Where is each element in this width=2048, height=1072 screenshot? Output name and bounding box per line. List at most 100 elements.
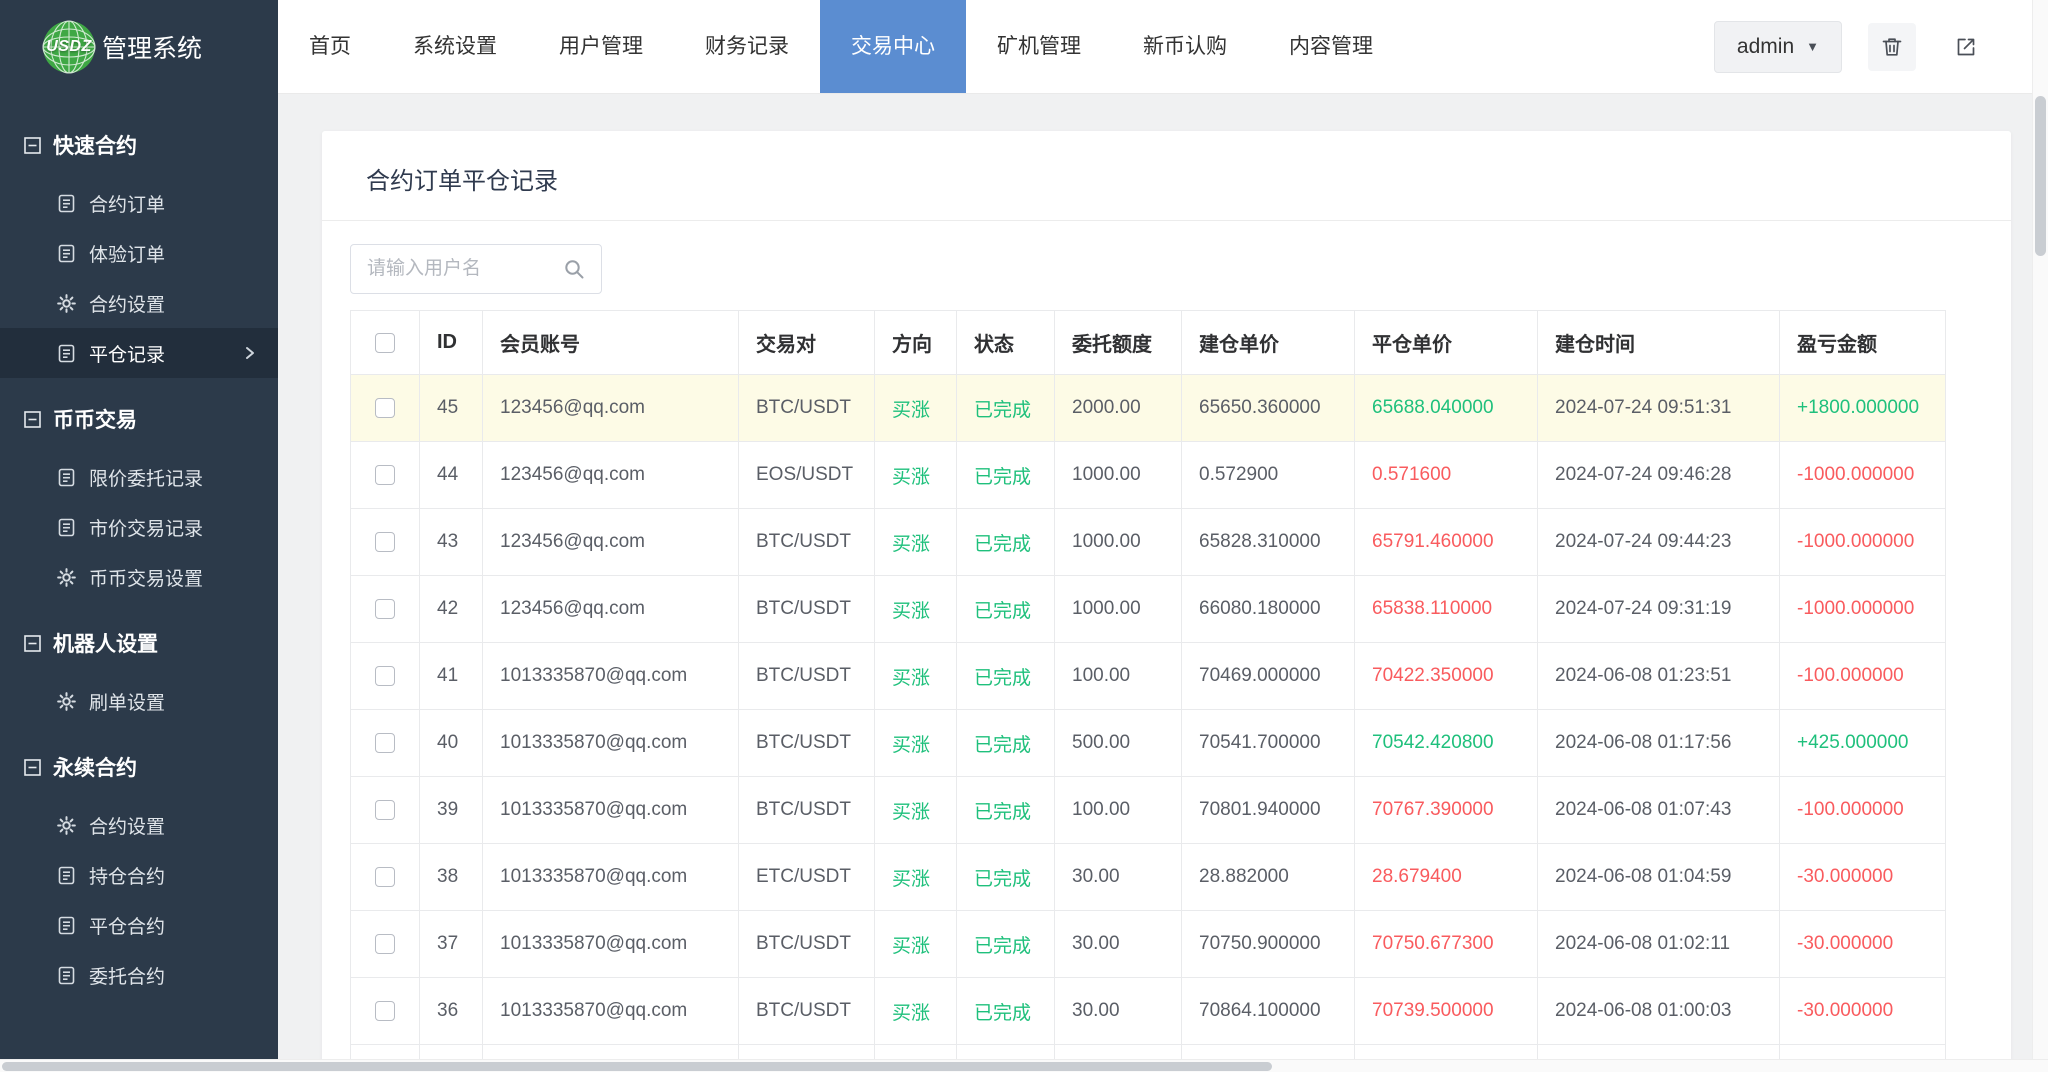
cell-checkbox [351,777,420,844]
cell-account: 1013335870@qq.com [483,978,739,1045]
table-row: 45123456@qq.comBTC/USDT买涨已完成2000.0065650… [351,375,1946,442]
cell-open-time: 2024-06-08 01:02:11 [1538,911,1780,978]
cell-pair: BTC/USDT [739,777,875,844]
table-row: 371013335870@qq.comBTC/USDT买涨已完成30.00707… [351,911,1946,978]
sidebar-item-label: 市价交易记录 [89,514,203,541]
row-checkbox[interactable] [375,934,395,954]
search-input[interactable] [367,258,553,280]
cell-pair: BTC/USDT [739,576,875,643]
row-checkbox[interactable] [375,666,395,686]
top-nav-item[interactable]: 用户管理 [528,0,674,93]
export-icon [1954,35,1978,59]
sidebar-item[interactable]: 刷单设置 [0,676,278,726]
vertical-scrollbar-thumb[interactable] [2035,96,2046,256]
cell-account: 123456@qq.com [483,576,739,643]
cell-close-price: 65791.460000 [1355,509,1538,576]
top-nav-item[interactable]: 系统设置 [382,0,528,93]
sidebar-item[interactable]: 市价交易记录 [0,502,278,552]
header-cell: 状态 [957,311,1055,375]
collapse-icon [24,137,41,154]
trash-button[interactable] [1868,23,1916,71]
table-row: 411013335870@qq.comBTC/USDT买涨已完成100.0070… [351,643,1946,710]
sidebar-item[interactable]: 平仓记录 [0,328,278,378]
cell-status: 已完成 [957,844,1055,911]
top-nav-item[interactable]: 首页 [278,0,382,93]
user-menu-button[interactable]: admin ▼ [1714,21,1842,73]
cell-id: 37 [420,911,483,978]
vertical-scrollbar [2032,0,2048,1072]
sidebar: USDZ 管理系统 快速合约合约订单体验订单合约设置平仓记录币币交易限价委托记录… [0,0,278,1072]
search-button[interactable] [553,248,595,290]
top-nav-item[interactable]: 财务记录 [674,0,820,93]
row-checkbox[interactable] [375,800,395,820]
top-nav-item[interactable]: 新币认购 [1112,0,1258,93]
row-checkbox[interactable] [375,1001,395,1021]
cell-status: 已完成 [957,710,1055,777]
sidebar-item[interactable]: 合约设置 [0,800,278,850]
sidebar-item-label: 刷单设置 [89,688,165,715]
row-checkbox[interactable] [375,465,395,485]
sidebar-section-header[interactable]: 快速合约 [0,104,278,178]
doc-icon [57,468,76,487]
cell-open-price: 70469.000000 [1182,643,1355,710]
cell-id: 43 [420,509,483,576]
sidebar-section-header[interactable]: 永续合约 [0,726,278,800]
cell-checkbox [351,576,420,643]
sidebar-section-label: 快速合约 [53,130,137,160]
side-nav: 快速合约合约订单体验订单合约设置平仓记录币币交易限价委托记录市价交易记录币币交易… [0,94,278,1000]
cell-status: 已完成 [957,576,1055,643]
sidebar-section-header[interactable]: 币币交易 [0,378,278,452]
gear-icon [57,568,76,587]
cell-open-time: 2024-07-24 09:31:19 [1538,576,1780,643]
cell-close-price: 0.571600 [1355,442,1538,509]
cell-status: 已完成 [957,978,1055,1045]
cell-amount: 1000.00 [1055,442,1182,509]
sidebar-section-header[interactable]: 机器人设置 [0,602,278,676]
cell-close-price: 70422.350000 [1355,643,1538,710]
cell-status: 已完成 [957,442,1055,509]
sidebar-item[interactable]: 合约设置 [0,278,278,328]
collapse-icon [24,411,41,428]
collapse-icon [24,759,41,776]
cell-direction: 买涨 [875,576,957,643]
cell-account: 1013335870@qq.com [483,643,739,710]
horizontal-scrollbar [0,1059,2048,1072]
cell-pair: BTC/USDT [739,375,875,442]
row-checkbox[interactable] [375,867,395,887]
table-row: 401013335870@qq.comBTC/USDT买涨已完成500.0070… [351,710,1946,777]
logout-button[interactable] [1942,23,1990,71]
cell-open-price: 65828.310000 [1182,509,1355,576]
row-checkbox[interactable] [375,599,395,619]
row-checkbox[interactable] [375,398,395,418]
horizontal-scrollbar-thumb[interactable] [2,1062,1272,1071]
row-checkbox[interactable] [375,733,395,753]
cell-id: 38 [420,844,483,911]
sidebar-item[interactable]: 持仓合约 [0,850,278,900]
doc-icon [57,966,76,985]
cell-status: 已完成 [957,777,1055,844]
sidebar-item[interactable]: 合约订单 [0,178,278,228]
cell-close-price: 70750.677300 [1355,911,1538,978]
sidebar-item[interactable]: 限价委托记录 [0,452,278,502]
cell-id: 44 [420,442,483,509]
sidebar-item[interactable]: 委托合约 [0,950,278,1000]
top-nav-item[interactable]: 内容管理 [1258,0,1404,93]
row-checkbox[interactable] [375,532,395,552]
top-nav-item[interactable]: 交易中心 [820,0,966,93]
cell-profit: -30.000000 [1780,911,1946,978]
top-nav-item[interactable]: 矿机管理 [966,0,1112,93]
sidebar-item[interactable]: 平仓合约 [0,900,278,950]
cell-open-price: 66080.180000 [1182,576,1355,643]
cell-open-time: 2024-06-08 01:07:43 [1538,777,1780,844]
sidebar-section-label: 永续合约 [53,752,137,782]
cell-amount: 2000.00 [1055,375,1182,442]
cell-profit: -30.000000 [1780,978,1946,1045]
select-all-checkbox[interactable] [375,333,395,353]
content-card: 合约订单平仓记录 [322,131,2011,1072]
sidebar-item[interactable]: 币币交易设置 [0,552,278,602]
cell-profit: -100.000000 [1780,643,1946,710]
cell-pair: BTC/USDT [739,509,875,576]
doc-icon [57,518,76,537]
header-cell: 方向 [875,311,957,375]
sidebar-item[interactable]: 体验订单 [0,228,278,278]
